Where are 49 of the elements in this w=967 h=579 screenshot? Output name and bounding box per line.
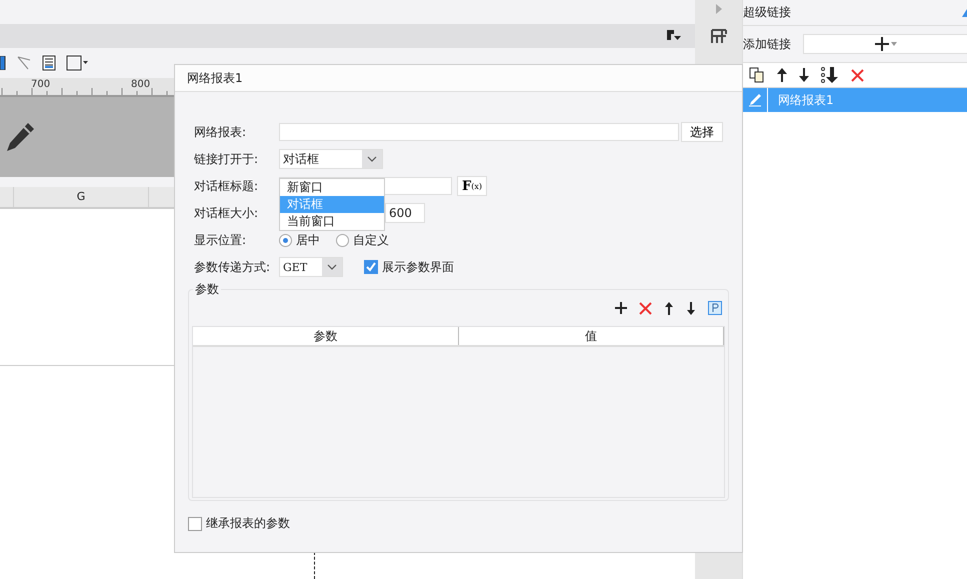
- layout-icon[interactable]: [710, 28, 726, 44]
- move-up-icon[interactable]: [777, 68, 787, 82]
- document-icon[interactable]: [42, 55, 56, 71]
- plus-icon[interactable]: [615, 302, 627, 314]
- select-button[interactable]: 选择: [681, 122, 723, 142]
- format-painter-icon[interactable]: [667, 30, 681, 42]
- open-in-select[interactable]: 对话框: [279, 149, 383, 169]
- pencil-icon: [4, 121, 36, 153]
- copy-icon[interactable]: [749, 67, 765, 83]
- move-to-bottom-icon[interactable]: [821, 67, 839, 83]
- arrow-icon[interactable]: [962, 8, 967, 16]
- field-label: 参数传递方式:: [194, 258, 272, 276]
- delete-icon[interactable]: [639, 302, 652, 314]
- height-field[interactable]: 600: [385, 203, 425, 223]
- method-select[interactable]: GET: [279, 257, 343, 277]
- caret-icon: [890, 42, 896, 46]
- slash-line-icon[interactable]: [16, 55, 32, 71]
- ruler-label: 800: [131, 79, 150, 90]
- column-header: 值: [458, 327, 724, 345]
- group-legend: 参数: [193, 281, 221, 298]
- inherit-params-checkbox[interactable]: 继承报表的参数: [188, 515, 742, 532]
- move-up-icon[interactable]: [664, 302, 674, 314]
- parameter-icon[interactable]: [708, 301, 722, 315]
- field-label: 显示位置:: [194, 232, 248, 248]
- move-down-icon[interactable]: [686, 302, 696, 314]
- field-label: 网络报表:: [194, 124, 248, 140]
- dropdown-option[interactable]: 新窗口: [280, 179, 384, 196]
- pencil-icon: [748, 93, 762, 107]
- report-field[interactable]: [279, 123, 679, 141]
- position-radio[interactable]: 居中: [279, 232, 320, 248]
- dropdown-option[interactable]: 当前窗口: [280, 213, 384, 230]
- column-header: G: [14, 187, 149, 207]
- plus-icon: [874, 37, 888, 51]
- border-icon[interactable]: [66, 55, 88, 71]
- position-radio[interactable]: 自定义: [336, 232, 389, 248]
- delete-icon[interactable]: [851, 68, 864, 82]
- field-label: 对话框大小:: [194, 204, 260, 222]
- dialog-title: 网络报表1: [175, 65, 742, 92]
- ruler-label: 700: [31, 79, 50, 90]
- caret-icon: [327, 264, 337, 270]
- image-icon[interactable]: [0, 56, 6, 70]
- panel-title: 超级链接: [743, 4, 791, 21]
- field-label: 链接打开于:: [194, 150, 260, 168]
- move-down-icon[interactable]: [799, 68, 809, 82]
- field-label: 对话框标题:: [194, 178, 260, 194]
- column-header: 参数: [193, 327, 458, 345]
- add-link-label: 添加链接: [743, 36, 791, 52]
- show-params-checkbox[interactable]: 展示参数界面: [364, 258, 454, 276]
- caret-icon: [367, 156, 377, 162]
